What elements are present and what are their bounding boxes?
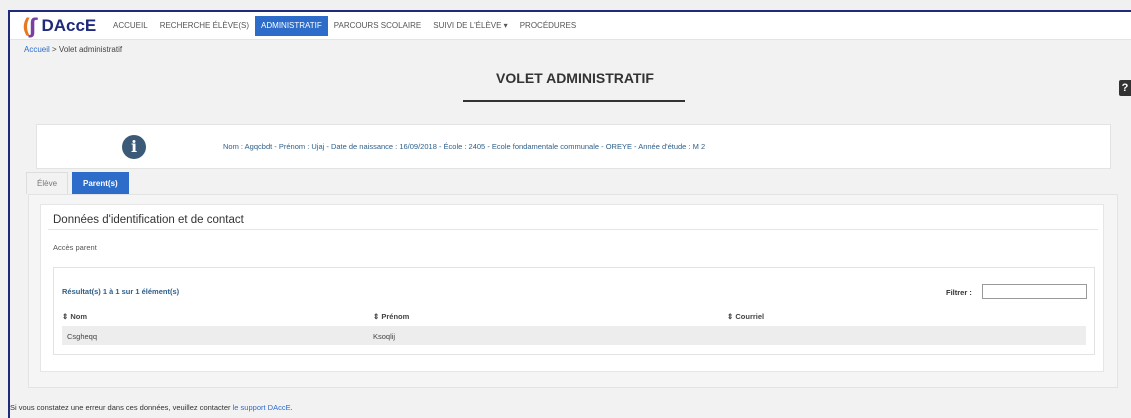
section-divider (48, 229, 1098, 230)
support-link[interactable]: le support DAccE (233, 403, 291, 412)
top-navbar: (ʃ DAccE ACCUEIL RECHERCHE ÉLÈVE(S) ADMI… (10, 12, 1131, 40)
column-header-prenom[interactable]: ⇕ Prénom (373, 312, 409, 321)
filter-label: Filtrer : (946, 288, 972, 297)
nav-item-procedures[interactable]: PROCÉDURES (514, 16, 582, 36)
nav-item-parcours-scolaire[interactable]: PARCOURS SCOLAIRE (328, 16, 427, 36)
results-count: Résultat(s) 1 à 1 sur 1 élément(s) (62, 287, 180, 296)
nav-item-administratif[interactable]: ADMINISTRATIF (255, 16, 328, 36)
breadcrumb: Accueil > Volet administratif (24, 45, 122, 54)
footer-note: Si vous constatez une erreur dans ces do… (10, 403, 293, 412)
footer-end: . (290, 403, 293, 412)
page-title: VOLET ADMINISTRATIF (496, 70, 654, 86)
acces-parent-label: Accès parent (53, 243, 97, 252)
title-underline (463, 100, 685, 102)
filter-input[interactable] (982, 284, 1087, 299)
breadcrumb-separator: > (49, 45, 59, 54)
brand-name: DAccE (41, 16, 97, 35)
breadcrumb-home-link[interactable]: Accueil (24, 45, 50, 54)
footer-text: Si vous constatez une erreur dans ces do… (10, 403, 233, 412)
table-row[interactable] (62, 326, 1086, 345)
breadcrumb-current: Volet administratif (58, 45, 123, 54)
section-title: Données d'identification et de contact (53, 214, 244, 226)
nav-item-suivi-eleve-dropdown[interactable]: SUIVI DE L'ÉLÈVE ▾ (427, 16, 513, 36)
nav-item-accueil[interactable]: ACCUEIL (107, 16, 154, 36)
student-info-text: Nom : Agqcbdt - Prénom : Ujaj - Date de … (223, 142, 706, 151)
column-header-nom[interactable]: ⇕ Nom (62, 312, 87, 321)
student-info-box: i Nom : Agqcbdt - Prénom : Ujaj - Date d… (36, 124, 1111, 169)
info-icon: i (122, 135, 146, 159)
brand-logo[interactable]: (ʃ DAccE (22, 14, 97, 38)
help-icon[interactable]: ? (1119, 80, 1131, 96)
brand-logo-icon: (ʃ (22, 14, 38, 38)
tab-eleve[interactable]: Élève (26, 172, 69, 194)
column-header-courriel[interactable]: ⇕ Courriel (727, 312, 764, 321)
nav-item-recherche-eleves[interactable]: RECHERCHE ÉLÈVE(S) (154, 16, 255, 36)
tabs: Élève Parent(s) (26, 172, 129, 194)
cell-prenom: Ksoqlij (373, 332, 396, 341)
tab-parents[interactable]: Parent(s) (72, 172, 129, 194)
cell-nom: Csgheqq (67, 332, 98, 341)
main-nav: ACCUEIL RECHERCHE ÉLÈVE(S) ADMINISTRATIF… (107, 12, 582, 40)
